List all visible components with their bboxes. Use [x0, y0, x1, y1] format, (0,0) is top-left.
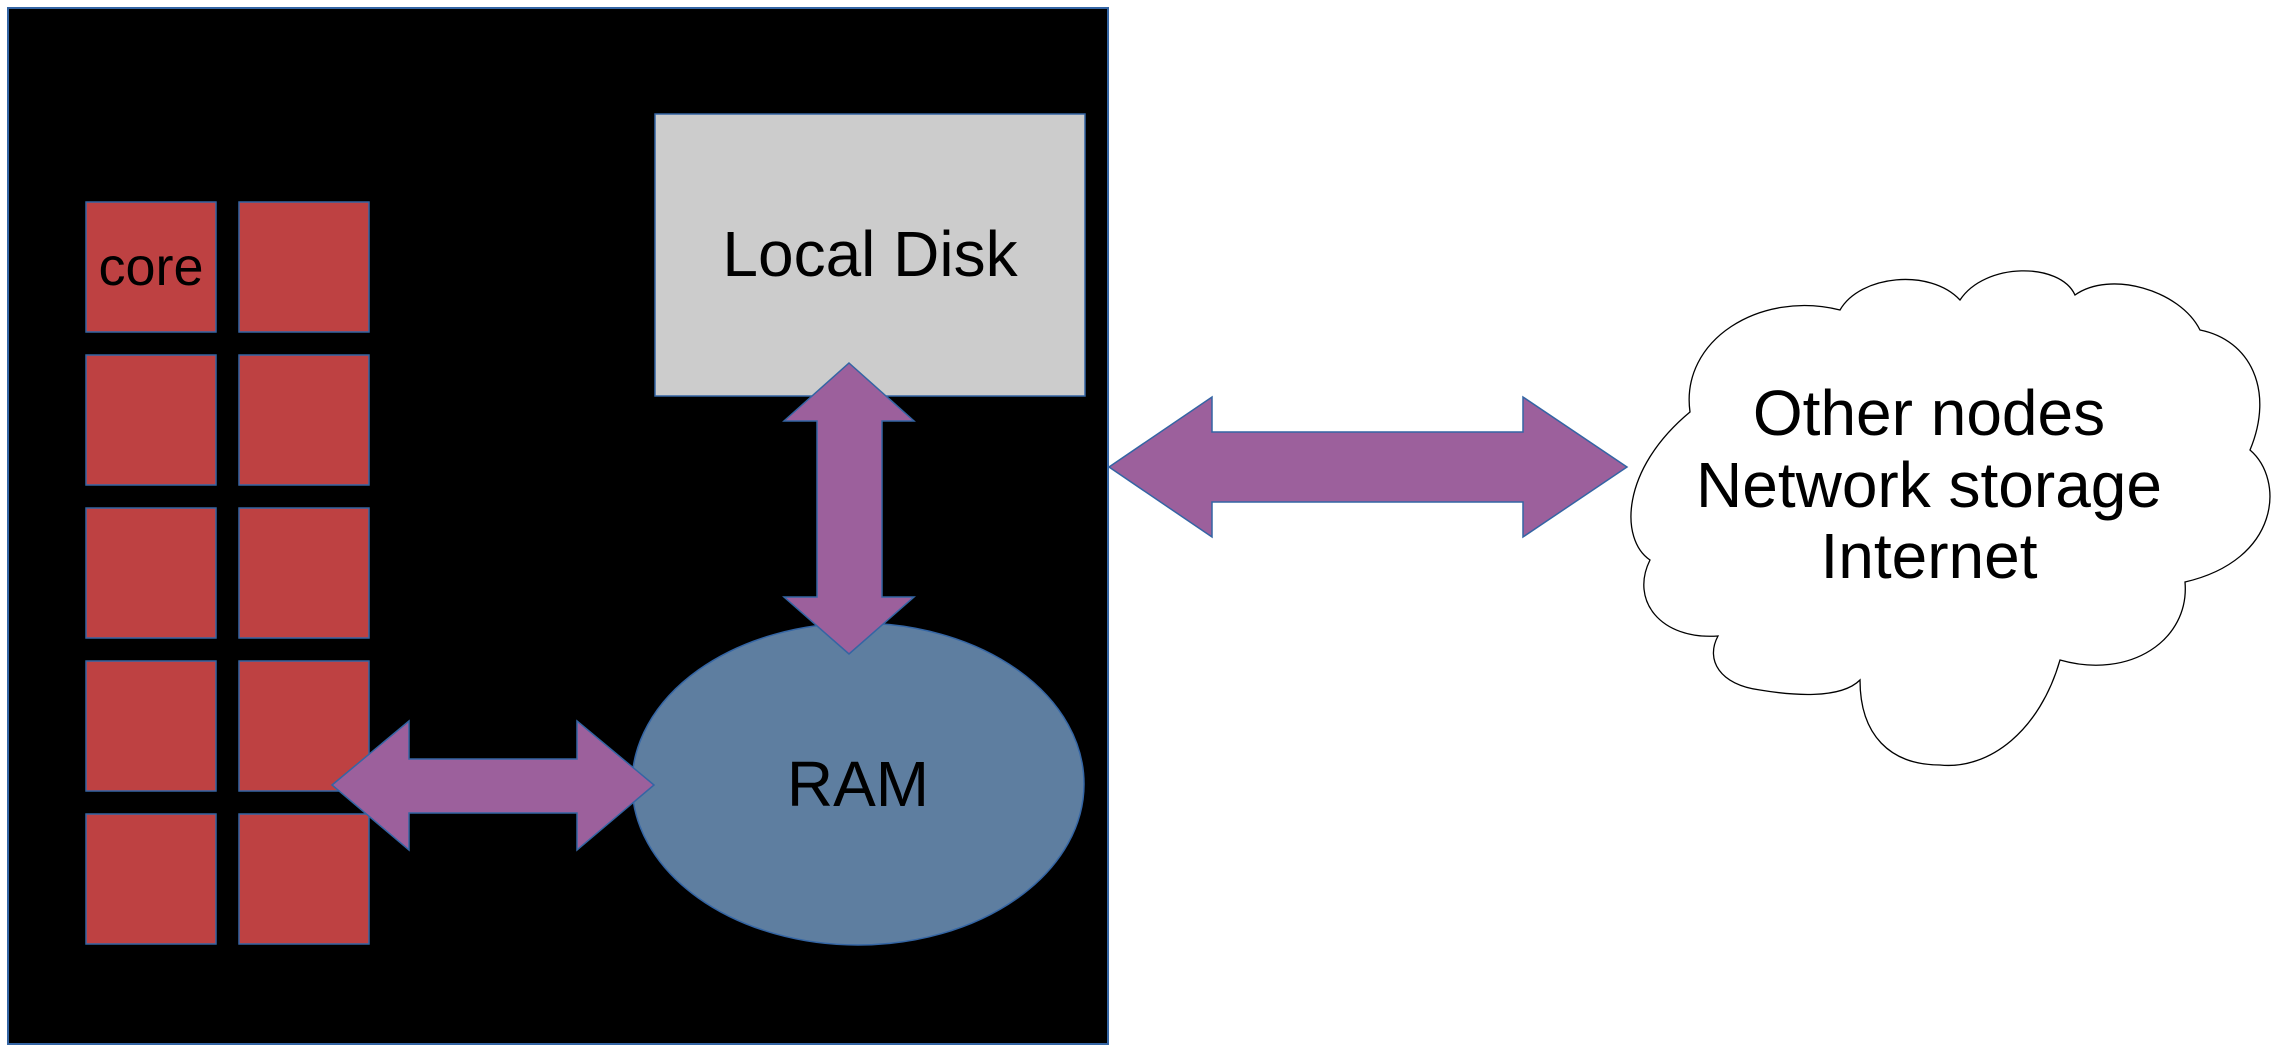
cloud-line-2: Network storage	[1696, 449, 2162, 521]
core-square	[238, 354, 370, 486]
core-label: core	[98, 237, 203, 297]
core-square	[85, 813, 217, 945]
node-diagram: core Local Disk RAM Other nodes Network …	[7, 7, 2271, 1045]
cloud-line-3: Internet	[1820, 520, 2037, 592]
core-square	[85, 507, 217, 639]
core-square	[238, 201, 370, 333]
node-network-arrow	[1107, 395, 1629, 539]
core-square	[85, 354, 217, 486]
core-square	[85, 660, 217, 792]
ram-label: RAM	[787, 748, 929, 820]
core-square	[238, 507, 370, 639]
core-square	[238, 813, 370, 945]
cloud-line-1: Other nodes	[1753, 377, 2105, 449]
local-disk-label: Local Disk	[722, 218, 1018, 290]
